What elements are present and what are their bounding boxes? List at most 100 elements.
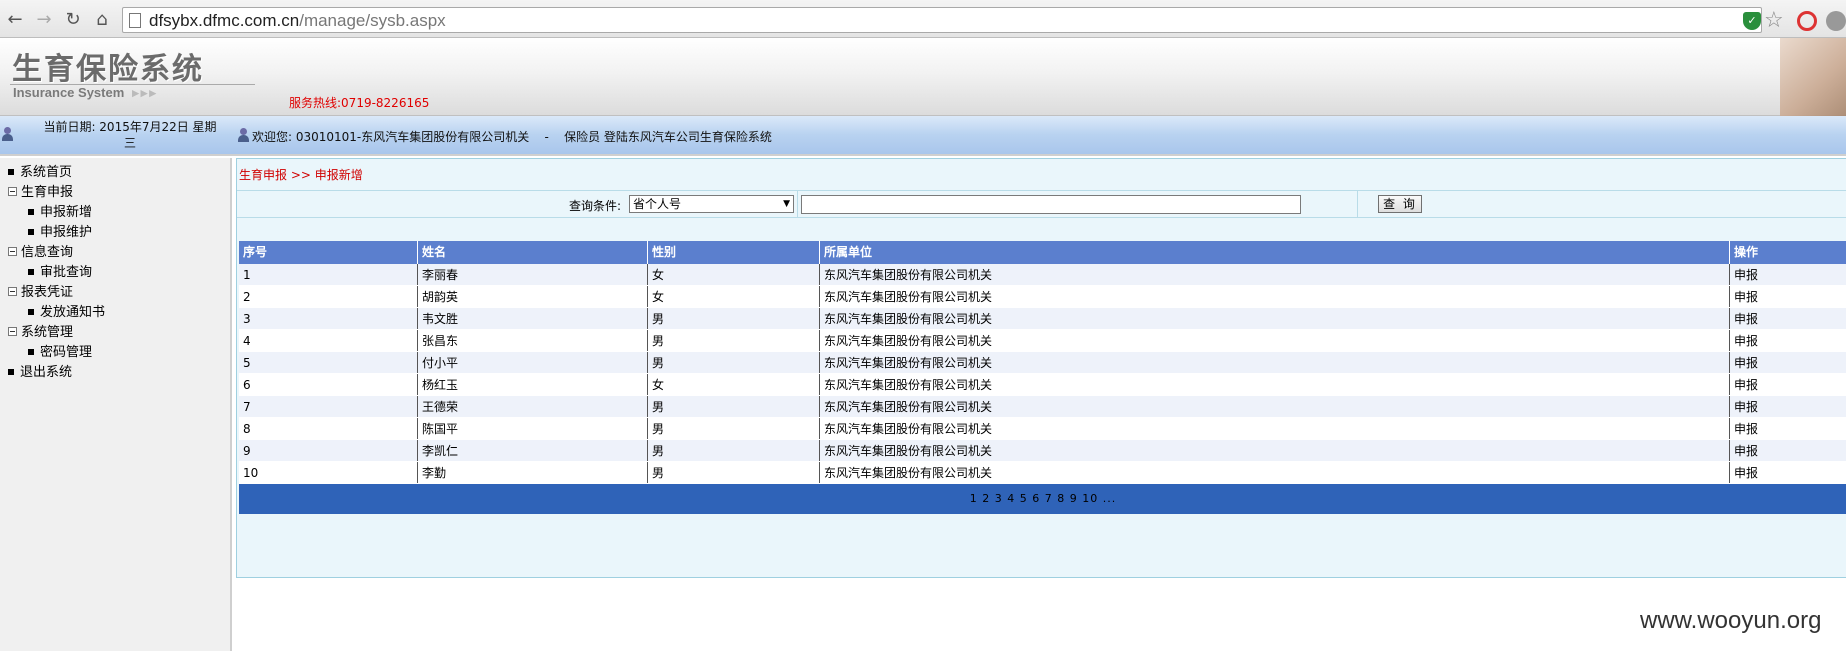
home-icon[interactable]: ⌂ [91, 9, 113, 31]
row-gender: 男 [647, 308, 819, 329]
date-line-2: 三 [123, 136, 136, 150]
sidebar-item-maintain-declaration[interactable]: 申报维护 [28, 221, 92, 240]
service-hotline: 服务热线:0719-8226165 [289, 96, 430, 110]
row-index: 10 [243, 466, 259, 480]
welcome-message: 欢迎您: 03010101-东风汽车集团股份有限公司机关 - 保险员 登陆东风汽… [252, 130, 772, 144]
table-row: 3 韦文胜男东风汽车集团股份有限公司机关 申报 [239, 308, 1846, 330]
reload-icon[interactable]: ↻ [62, 9, 84, 31]
pagination-links[interactable]: 1 2 3 4 5 6 7 8 9 10 ... [239, 492, 1846, 505]
row-action-declare[interactable]: 申报 [1729, 462, 1846, 483]
row-name: 胡韵英 [417, 286, 647, 307]
row-action-declare[interactable]: 申报 [1729, 396, 1846, 417]
table-row: 10 李勤男东风汽车集团股份有限公司机关 申报 [239, 462, 1846, 484]
sidebar-item-password[interactable]: 密码管理 [28, 341, 92, 360]
row-index: 5 [243, 356, 251, 370]
sidebar-item-label: 申报新增 [40, 205, 93, 220]
url-text: dfsybx.dfmc.com.cn/manage/sysb.aspx [149, 11, 446, 31]
sidebar-item-payment-notice[interactable]: 发放通知书 [28, 301, 105, 320]
extension-icon[interactable] [1797, 11, 1817, 31]
sidebar-item-label: 发放通知书 [40, 305, 106, 320]
sidebar-item-label: 审批查询 [40, 265, 93, 280]
sidebar-item-label: 密码管理 [40, 345, 93, 360]
back-icon[interactable]: ← [4, 9, 26, 31]
row-action-declare[interactable]: 申报 [1729, 330, 1846, 351]
sidebar-item-label: 申报维护 [40, 225, 93, 240]
row-index: 4 [243, 334, 251, 348]
sidebar-group-birth-declaration[interactable]: 生育申报 [8, 181, 73, 200]
sidebar-group-reports[interactable]: 报表凭证 [8, 281, 73, 300]
query-condition-select[interactable]: 省个人号 ▼ [629, 195, 794, 213]
sidebar-item-label: 退出系统 [20, 365, 73, 380]
banner-photo [1780, 38, 1846, 116]
row-name: 李丽春 [417, 264, 647, 285]
row-action-declare[interactable]: 申报 [1729, 440, 1846, 461]
query-label: 查询条件: [569, 199, 622, 213]
sidebar-item-approval-query[interactable]: 审批查询 [28, 261, 92, 280]
row-gender: 男 [647, 352, 819, 373]
column-header: 操作 [1729, 241, 1846, 264]
breadcrumb: 生育申报 >> 申报新增 [239, 168, 363, 182]
row-action-declare[interactable]: 申报 [1729, 308, 1846, 329]
row-gender: 男 [647, 440, 819, 461]
row-gender: 女 [647, 286, 819, 307]
sidebar-item-label: 信息查询 [21, 245, 74, 260]
column-header: 所属单位 [819, 241, 1729, 264]
table-header: 序号 姓名 性别 所属单位 操作 [239, 241, 1846, 264]
table-row: 8 陈国平男东风汽车集团股份有限公司机关 申报 [239, 418, 1846, 440]
row-unit: 东风汽车集团股份有限公司机关 [819, 286, 1729, 307]
sidebar-item-home[interactable]: 系统首页 [8, 161, 72, 180]
row-unit: 东风汽车集团股份有限公司机关 [819, 462, 1729, 483]
pagination: 1 2 3 4 5 6 7 8 9 10 ... [239, 484, 1846, 514]
extension-icon[interactable] [1826, 11, 1846, 31]
row-action-declare[interactable]: 申报 [1729, 374, 1846, 395]
row-name: 李勤 [417, 462, 647, 483]
row-index: 1 [243, 268, 251, 282]
sidebar-item-label: 报表凭证 [21, 285, 74, 300]
row-index: 2 [243, 290, 251, 304]
row-gender: 女 [647, 374, 819, 395]
row-name: 杨红玉 [417, 374, 647, 395]
collapse-icon[interactable] [8, 327, 17, 336]
row-index: 3 [243, 312, 251, 326]
row-action-declare[interactable]: 申报 [1729, 264, 1846, 285]
row-name: 陈国平 [417, 418, 647, 439]
query-bar: 查询条件: 省个人号 ▼ 查 询 [237, 190, 1846, 218]
table-row: 4 张昌东男东风汽车集团股份有限公司机关 申报 [239, 330, 1846, 352]
query-divider [797, 191, 798, 218]
shield-icon[interactable]: ✓ [1743, 12, 1761, 30]
row-index: 6 [243, 378, 251, 392]
row-action-declare[interactable]: 申报 [1729, 418, 1846, 439]
subtitle-text: Insurance System [13, 85, 125, 100]
row-name: 张昌东 [417, 330, 647, 351]
forward-icon[interactable]: → [33, 9, 55, 31]
sidebar-item-label: 系统管理 [21, 325, 74, 340]
info-bar: 当前日期: 2015年7月22日 星期 三 欢迎您: 03010101-东风汽车… [0, 116, 1846, 156]
collapse-icon[interactable] [8, 287, 17, 296]
row-unit: 东风汽车集团股份有限公司机关 [819, 352, 1729, 373]
row-index: 7 [243, 400, 251, 414]
table-row: 1 李丽春女东风汽车集团股份有限公司机关 申报 [239, 264, 1846, 286]
sidebar-item-add-declaration[interactable]: 申报新增 [28, 201, 92, 220]
arrow-icon: ▸▸▸ [132, 85, 158, 100]
row-gender: 女 [647, 264, 819, 285]
system-subtitle: Insurance System ▸▸▸ [13, 85, 158, 101]
row-name: 李凯仁 [417, 440, 647, 461]
sidebar-group-system-admin[interactable]: 系统管理 [8, 321, 73, 340]
column-header: 序号 [243, 245, 268, 259]
query-button[interactable]: 查 询 [1378, 195, 1422, 213]
bullet-icon [8, 168, 14, 175]
collapse-icon[interactable] [8, 247, 17, 256]
sidebar-item-logout[interactable]: 退出系统 [8, 361, 72, 380]
row-action-declare[interactable]: 申报 [1729, 286, 1846, 307]
collapse-icon[interactable] [8, 187, 17, 196]
header-banner: 生育保险系统 Insurance System ▸▸▸ 服务热线:0719-822… [0, 38, 1846, 116]
query-divider [1357, 191, 1358, 218]
row-index: 8 [243, 422, 251, 436]
query-input[interactable] [801, 195, 1301, 214]
date-line-1: 当前日期: 2015年7月22日 星期 [43, 120, 217, 134]
bookmark-star-icon[interactable]: ☆ [1764, 8, 1784, 33]
sidebar-group-info-query[interactable]: 信息查询 [8, 241, 73, 260]
address-bar[interactable]: dfsybx.dfmc.com.cn/manage/sysb.aspx [122, 7, 1762, 33]
sidebar-menu: 系统首页 生育申报 申报新增 申报维护 信息查询 审批查询 报表凭证 发放通知书… [0, 158, 232, 651]
row-action-declare[interactable]: 申报 [1729, 352, 1846, 373]
